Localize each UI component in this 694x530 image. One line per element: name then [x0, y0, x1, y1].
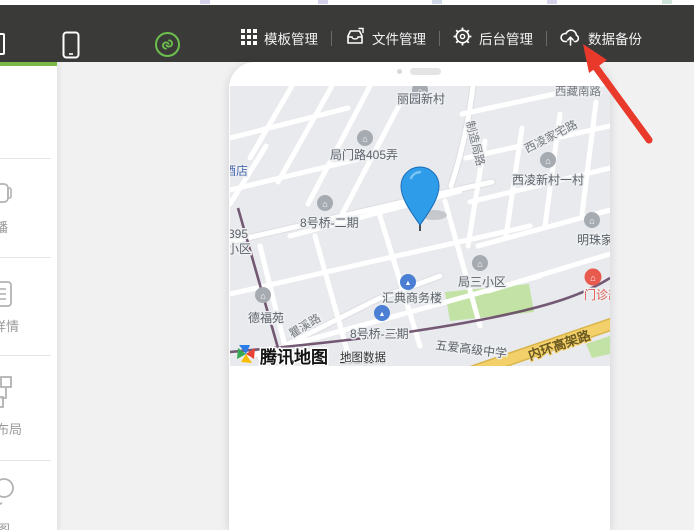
menu-divider [439, 31, 440, 46]
map-pin-icon [0, 477, 18, 514]
layout-icon [0, 376, 16, 415]
sidebar-item-map[interactable]: 地图 [0, 460, 51, 530]
map-label: 明珠家园 [577, 232, 610, 247]
menu-label: 后台管理 [479, 28, 533, 48]
top-toolbar: 模板管理 文件管理 [0, 5, 694, 62]
map-label: 局门路405弄 [330, 147, 398, 162]
tencent-map-canvas[interactable]: ⌂ ⌂ ⌂ ⌂ ⌂ ⌂ ⌂ ▲ ▲ ⌂ [230, 86, 610, 366]
module-list: 轮播 详情 [0, 158, 51, 530]
svg-text:⌂: ⌂ [545, 156, 550, 166]
map-label: 德福苑 [248, 310, 284, 325]
map-label: 酒店 [230, 164, 248, 178]
module-sidebar: 轮播 详情 [0, 62, 57, 530]
svg-text:⌂: ⌂ [260, 291, 265, 301]
menu-label: 模板管理 [264, 28, 318, 48]
bookmark-fragment [318, 0, 328, 4]
sidebar-item-label: 地图 [0, 519, 10, 530]
svg-text:⌂: ⌂ [589, 216, 594, 226]
sidebar-item-layout[interactable]: 布局 [0, 355, 51, 460]
sidebar-item-label: 详情 [0, 316, 19, 335]
menu-label: 数据备份 [588, 28, 642, 48]
sidebar-item-detail[interactable]: 详情 [0, 257, 51, 355]
link-icon[interactable] [155, 32, 180, 57]
bookmark-fragment [200, 0, 210, 4]
menu-label: 文件管理 [372, 28, 426, 48]
menu-data-backup[interactable]: 数据备份 [560, 28, 642, 49]
detail-doc-icon [0, 280, 14, 313]
map-label: 小区 [230, 242, 251, 256]
phone-preview-frame: ⌂ ⌂ ⌂ ⌂ ⌂ ⌂ ⌂ ▲ ▲ ⌂ [229, 62, 610, 530]
bookmark-fragment [432, 0, 442, 4]
desktop-preview-icon-partial[interactable] [0, 33, 5, 55]
file-tray-icon [345, 27, 365, 49]
poi-clinic-icon: ⌂ [585, 269, 602, 286]
map-data-link[interactable]: 地图数据 [340, 350, 386, 364]
cloud-upload-icon [560, 28, 581, 49]
sidebar-item-carousel[interactable]: 轮播 [0, 158, 51, 257]
map-label: 汇典商务楼 [382, 290, 442, 305]
map-label: 丽园新村 [397, 91, 445, 106]
carousel-icon [0, 181, 12, 212]
app-screen: 模板管理 文件管理 [0, 0, 694, 530]
map-label: 局门路395 [230, 226, 248, 241]
sidebar-item-label: 轮播 [0, 217, 8, 236]
svg-text:⌂: ⌂ [477, 259, 482, 269]
svg-text:⌂: ⌂ [362, 134, 367, 144]
grid-icon [241, 29, 257, 48]
menu-divider [331, 31, 332, 46]
menu-admin-manage[interactable]: 后台管理 [453, 27, 533, 49]
toolbar-menu: 模板管理 文件管理 [241, 5, 642, 62]
menu-file-manage[interactable]: 文件管理 [345, 27, 426, 49]
svg-text:▲: ▲ [405, 280, 412, 287]
map-label: 门诊部 [584, 287, 610, 302]
svg-text:▲: ▲ [379, 311, 386, 318]
map-label: 局三小区 [458, 275, 506, 289]
map-label: 8号桥-二期 [300, 216, 359, 230]
map-label: 西藏南路 [555, 86, 601, 98]
bookmark-fragment [662, 0, 672, 4]
tencent-maps-wordmark: 腾讯地图 [260, 347, 328, 366]
map-label: 8号桥-三期 [350, 327, 409, 341]
bookmark-fragment [547, 0, 557, 4]
sidebar-item-label: 布局 [0, 419, 22, 438]
menu-divider [546, 31, 547, 46]
gear-icon [453, 27, 472, 49]
phone-speaker [410, 68, 441, 75]
phone-camera-dot [397, 69, 402, 74]
menu-template-manage[interactable]: 模板管理 [241, 28, 318, 48]
sidebar-accent-bar [0, 62, 57, 66]
svg-text:⌂: ⌂ [590, 273, 595, 283]
mobile-preview-icon[interactable] [62, 31, 80, 64]
map-label: 西凌新村一村 [512, 172, 584, 187]
map-svg: ⌂ ⌂ ⌂ ⌂ ⌂ ⌂ ⌂ ▲ ▲ ⌂ [230, 86, 610, 366]
svg-text:⌂: ⌂ [322, 199, 327, 209]
